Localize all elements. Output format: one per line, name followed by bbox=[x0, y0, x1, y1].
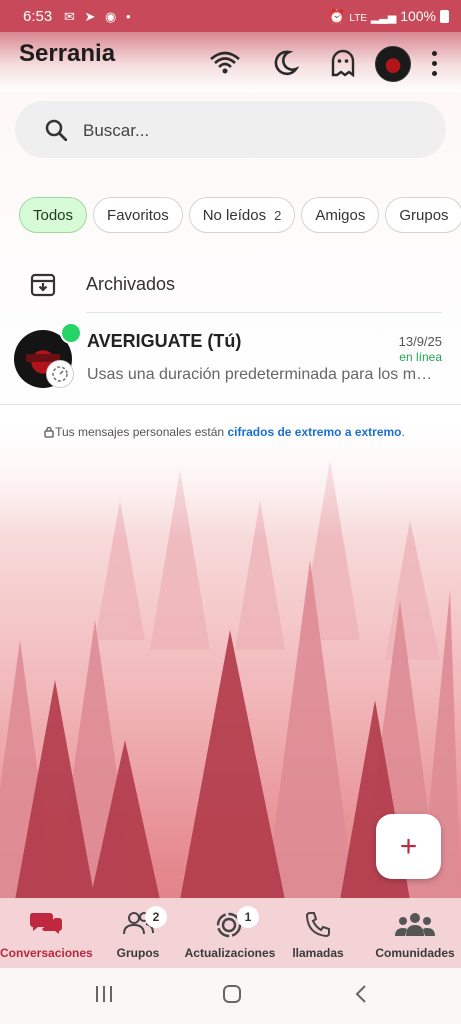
chip-amigos[interactable]: Amigos bbox=[301, 197, 380, 233]
chip-todos[interactable]: Todos bbox=[19, 197, 88, 233]
plus-icon: + bbox=[399, 829, 418, 863]
network-label: LTE bbox=[349, 13, 368, 24]
nav-grupos[interactable]: 2 Grupos bbox=[92, 898, 184, 968]
battery-label: 100% bbox=[400, 8, 436, 24]
nav-label: Actualizaciones bbox=[184, 946, 276, 960]
nav-label: Comunidades bbox=[375, 946, 455, 960]
nav-llamadas[interactable]: llamadas bbox=[272, 898, 364, 968]
chip-label: Amigos bbox=[315, 206, 366, 224]
nav-actualizaciones[interactable]: 1 Actualizaciones bbox=[184, 898, 276, 968]
chip-favoritos[interactable]: Favoritos bbox=[93, 197, 183, 233]
search-input[interactable] bbox=[81, 117, 415, 145]
nav-comunidades[interactable]: Comunidades bbox=[369, 898, 461, 968]
nav-badge: 1 bbox=[237, 906, 259, 928]
nav-label: Grupos bbox=[116, 946, 160, 960]
ghost-mode-icon[interactable] bbox=[326, 46, 360, 80]
chip-label: Grupos bbox=[399, 206, 449, 224]
status-bar: 6:53 ✉ ➤ ◉ • ⏰ LTE ▂▃▅ 100% bbox=[0, 0, 461, 32]
app-title: Serrania bbox=[19, 40, 116, 67]
archive-icon bbox=[30, 272, 56, 303]
lock-icon bbox=[44, 426, 54, 443]
battery-icon bbox=[440, 10, 449, 23]
back-icon[interactable] bbox=[352, 984, 372, 1009]
chip-grupos[interactable]: Grupos bbox=[385, 197, 461, 233]
communities-icon bbox=[394, 910, 436, 943]
filter-chips: Todos Favoritos No leídos 2 Amigos Grupos bbox=[19, 197, 461, 235]
recent-apps-icon[interactable] bbox=[94, 984, 114, 1009]
chat-presence: en línea bbox=[399, 350, 442, 364]
status-right: ⏰ LTE ▂▃▅ 100% bbox=[328, 8, 449, 25]
status-time: 6:53 bbox=[23, 8, 53, 25]
signal-icon: ▂▃▅ bbox=[370, 12, 397, 24]
chat-name: AVERIGUATE (Tú) bbox=[87, 331, 242, 351]
chip-count: 2 bbox=[274, 207, 282, 223]
bottom-navigation: Conversaciones 2 Grupos 1 Actualizacione… bbox=[0, 898, 461, 968]
new-chat-button[interactable]: + bbox=[376, 814, 441, 879]
alarm-icon: ⏰ bbox=[328, 8, 346, 24]
chip-no-leidos[interactable]: No leídos 2 bbox=[188, 197, 296, 233]
nav-label: llamadas bbox=[292, 946, 344, 960]
wifi-icon[interactable] bbox=[208, 46, 242, 80]
nav-label: Conversaciones bbox=[0, 946, 93, 960]
disappearing-timer-icon bbox=[46, 360, 74, 388]
search-icon bbox=[45, 119, 68, 146]
encryption-link[interactable]: cifrados de extremo a extremo bbox=[227, 425, 401, 439]
home-icon[interactable] bbox=[222, 984, 242, 1009]
nav-badge: 2 bbox=[145, 906, 167, 928]
encryption-text: Tus mensajes personales están bbox=[55, 425, 228, 439]
search-bar[interactable] bbox=[15, 101, 446, 158]
archived-row[interactable]: Archivados bbox=[0, 262, 461, 310]
encryption-suffix: . bbox=[401, 425, 405, 439]
chat-date: 13/9/25 bbox=[398, 334, 442, 349]
more-options-icon[interactable] bbox=[425, 48, 443, 78]
chip-label: No leídos bbox=[202, 206, 267, 224]
chat-row[interactable]: AVERIGUATE (Tú) 13/9/25 en línea Usas un… bbox=[0, 318, 461, 402]
chip-label: Favoritos bbox=[107, 206, 169, 224]
nav-conversaciones[interactable]: Conversaciones bbox=[0, 898, 93, 968]
archived-label: Archivados bbox=[86, 274, 176, 294]
notification-icons: ✉ ➤ ◉ • bbox=[64, 9, 134, 24]
encryption-notice: Tus mensajes personales están cifrados d… bbox=[40, 424, 420, 441]
app-bar: Serrania bbox=[0, 32, 461, 92]
divider bbox=[86, 312, 442, 313]
divider bbox=[0, 404, 461, 405]
online-status-dot bbox=[60, 322, 82, 344]
chip-label: Todos bbox=[33, 206, 74, 224]
chat-preview: Usas una duración predeterminada para lo… bbox=[87, 366, 437, 383]
chats-icon bbox=[28, 910, 64, 941]
profile-avatar[interactable] bbox=[375, 46, 411, 82]
system-navigation-bar bbox=[0, 968, 461, 1024]
dark-mode-moon-icon[interactable] bbox=[268, 46, 302, 80]
phone-icon bbox=[304, 910, 332, 943]
